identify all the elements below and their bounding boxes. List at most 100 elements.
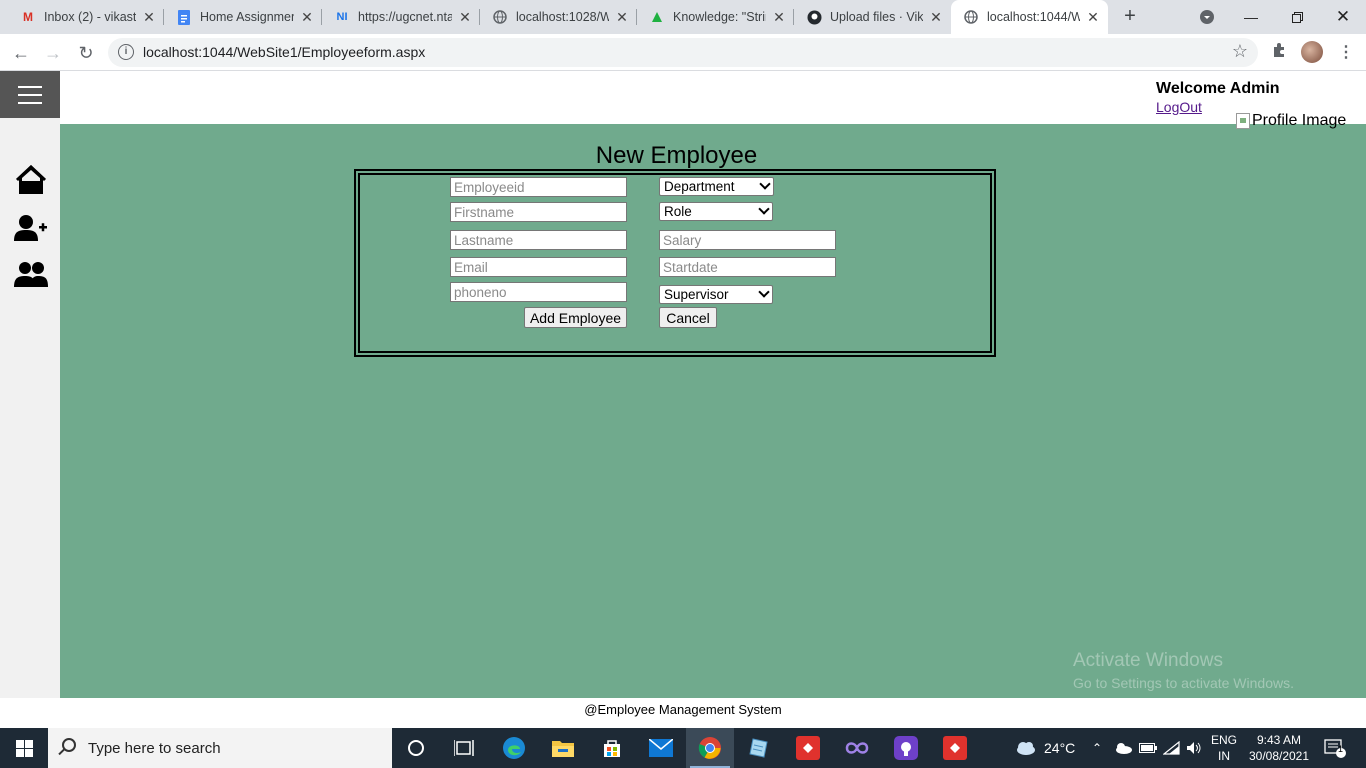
git-icon[interactable] bbox=[784, 728, 832, 768]
email-input[interactable] bbox=[450, 257, 627, 277]
tab-title: https://ugcnet.nta bbox=[358, 10, 452, 24]
reload-icon[interactable]: ↻ bbox=[72, 39, 100, 67]
profile-image-alt: Profile Image bbox=[1252, 112, 1347, 129]
docs-icon bbox=[176, 9, 192, 25]
task-view-icon[interactable] bbox=[440, 728, 488, 768]
file-explorer-icon[interactable] bbox=[539, 728, 587, 768]
cortana-icon[interactable] bbox=[392, 728, 440, 768]
input-language[interactable]: ENG IN bbox=[1208, 732, 1240, 764]
notepad-icon[interactable] bbox=[735, 728, 783, 768]
taskbar-search[interactable]: Type here to search bbox=[48, 728, 392, 768]
browser-tab[interactable]: M Inbox (2) - vikastu ✕ bbox=[0, 0, 164, 34]
tab-title: Inbox (2) - vikastu bbox=[44, 10, 136, 24]
hamburger-menu-button[interactable] bbox=[0, 71, 60, 118]
bookmark-star-icon[interactable]: ☆ bbox=[1232, 41, 1248, 62]
add-employee-button[interactable]: Add Employee bbox=[524, 307, 627, 328]
edge-icon[interactable] bbox=[490, 728, 538, 768]
add-user-icon[interactable] bbox=[14, 211, 48, 245]
department-select-value: Department bbox=[664, 179, 735, 194]
browser-tab-active[interactable]: localhost:1044/W ✕ bbox=[951, 0, 1108, 34]
search-icon bbox=[62, 738, 76, 752]
store-icon[interactable] bbox=[588, 728, 636, 768]
browser-menu-icon[interactable]: ⋮ bbox=[1338, 42, 1354, 62]
action-center-icon[interactable]: 1 bbox=[1324, 728, 1346, 768]
tab-title: Home Assignmen bbox=[200, 10, 294, 24]
close-tab-icon[interactable]: ✕ bbox=[772, 9, 786, 26]
chevron-down-icon bbox=[759, 178, 771, 190]
clock[interactable]: 9:43 AM 30/08/2021 bbox=[1246, 732, 1312, 764]
profile-avatar[interactable] bbox=[1301, 41, 1323, 63]
restore-icon[interactable] bbox=[1274, 0, 1320, 34]
chevron-down-icon bbox=[758, 286, 770, 298]
tab-search-icon[interactable] bbox=[1184, 0, 1230, 34]
mail-icon[interactable] bbox=[637, 728, 685, 768]
wifi-icon[interactable] bbox=[1163, 728, 1181, 768]
browser-tab[interactable]: Knowledge: "Strin ✕ bbox=[637, 0, 794, 34]
close-tab-icon[interactable]: ✕ bbox=[300, 9, 314, 26]
employee-form: Department Role Supervisor Add Employee … bbox=[354, 169, 996, 357]
site-info-icon[interactable]: i bbox=[118, 44, 134, 60]
lastname-input[interactable] bbox=[450, 230, 627, 250]
startdate-input[interactable] bbox=[659, 257, 836, 277]
show-hidden-icons[interactable]: ⌃ bbox=[1092, 728, 1102, 768]
main-content: Profile Image New Employee Department Ro… bbox=[60, 112, 1366, 698]
battery-icon[interactable] bbox=[1139, 728, 1157, 768]
windows-logo-icon bbox=[15, 739, 33, 757]
phoneno-input[interactable] bbox=[450, 282, 627, 302]
url-text[interactable]: localhost:1044/WebSite1/Employeeform.asp… bbox=[143, 44, 425, 60]
employeeid-input[interactable] bbox=[450, 177, 627, 197]
windows-start-button[interactable] bbox=[0, 728, 48, 768]
supervisor-select[interactable]: Supervisor bbox=[659, 285, 773, 304]
browser-tab[interactable]: Home Assignmen ✕ bbox=[164, 0, 322, 34]
windows-taskbar: Type here to search 24°C ⌃ ENG IN 9:43 A… bbox=[0, 728, 1366, 768]
back-arrow-icon[interactable]: ← bbox=[7, 39, 35, 67]
weather-temp: 24°C bbox=[1044, 740, 1076, 756]
tab-title: Knowledge: "Strin bbox=[673, 10, 766, 24]
home-icon[interactable] bbox=[14, 163, 48, 197]
browser-tab[interactable]: NI https://ugcnet.nta ✕ bbox=[322, 0, 480, 34]
department-select[interactable]: Department bbox=[659, 177, 774, 196]
new-tab-button[interactable]: + bbox=[1118, 5, 1142, 29]
page-footer: @Employee Management System bbox=[0, 698, 1366, 728]
browser-tab[interactable]: localhost:1028/W ✕ bbox=[480, 0, 637, 34]
chevron-down-icon bbox=[758, 203, 770, 215]
close-tab-icon[interactable]: ✕ bbox=[458, 9, 472, 26]
close-tab-icon[interactable]: ✕ bbox=[929, 9, 943, 26]
tab-title: localhost:1028/W bbox=[516, 10, 609, 24]
close-tab-icon[interactable]: ✕ bbox=[615, 9, 629, 26]
visual-studio-icon[interactable] bbox=[833, 728, 881, 768]
welcome-text: Welcome Admin bbox=[1156, 80, 1280, 97]
region-code: IN bbox=[1218, 749, 1230, 763]
firstname-input[interactable] bbox=[450, 202, 627, 222]
broken-image-icon bbox=[1236, 113, 1250, 129]
role-select[interactable]: Role bbox=[659, 202, 773, 221]
nta-icon: NI bbox=[336, 11, 348, 23]
profile-image: Profile Image bbox=[1236, 112, 1346, 130]
salary-input[interactable] bbox=[659, 230, 836, 250]
github-desktop-icon[interactable] bbox=[882, 728, 930, 768]
volume-icon[interactable] bbox=[1186, 728, 1202, 768]
page-title: New Employee bbox=[595, 142, 758, 169]
language-code: ENG bbox=[1210, 733, 1237, 747]
notification-count: 1 bbox=[1338, 744, 1344, 754]
forward-arrow-icon[interactable]: → bbox=[39, 39, 67, 67]
browser-tab[interactable]: Upload files · Vika ✕ bbox=[794, 0, 951, 34]
git-gui-icon[interactable] bbox=[931, 728, 979, 768]
cancel-button[interactable]: Cancel bbox=[659, 307, 717, 328]
close-tab-icon[interactable]: ✕ bbox=[142, 9, 156, 26]
tab-title: localhost:1044/W bbox=[987, 10, 1080, 24]
close-tab-icon[interactable]: ✕ bbox=[1086, 9, 1100, 26]
address-bar[interactable]: i localhost:1044/WebSite1/Employeeform.a… bbox=[108, 38, 1258, 67]
chrome-icon[interactable] bbox=[686, 728, 734, 768]
extensions-icon[interactable] bbox=[1271, 42, 1287, 63]
activate-windows-title: Activate Windows bbox=[1073, 650, 1223, 671]
cloud-icon bbox=[1017, 742, 1035, 755]
user-greeting: Welcome Admin LogOut bbox=[1156, 80, 1280, 115]
weather-widget[interactable]: 24°C bbox=[1014, 728, 1075, 768]
close-window-icon[interactable]: ✕ bbox=[1320, 0, 1366, 34]
taskbar-search-text[interactable]: Type here to search bbox=[88, 740, 221, 757]
minimize-icon[interactable]: — bbox=[1228, 0, 1274, 34]
role-select-value: Role bbox=[664, 204, 692, 219]
users-icon[interactable] bbox=[14, 258, 48, 292]
onedrive-icon[interactable] bbox=[1114, 728, 1132, 768]
